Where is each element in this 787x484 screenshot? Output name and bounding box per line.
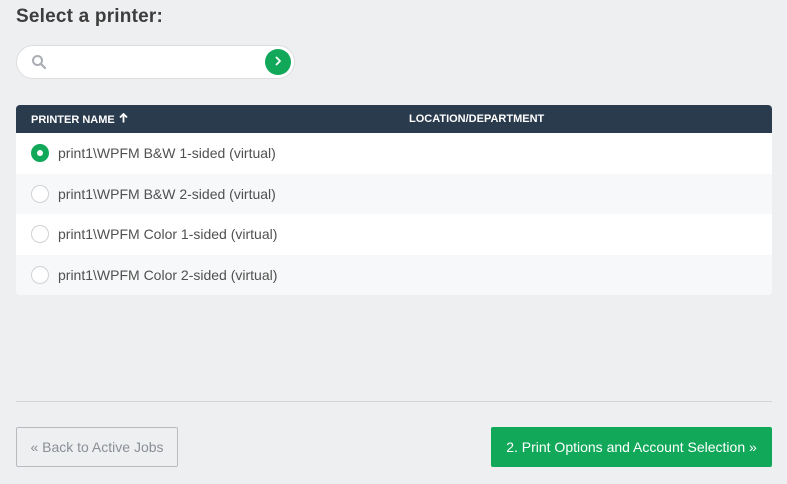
printer-name: print1\WPFM B&W 1-sided (virtual) — [58, 145, 276, 162]
printer-table: PRINTER NAME LOCATION/DEPARTMENT print1\… — [16, 105, 772, 295]
chevron-right-icon — [273, 53, 283, 71]
column-header-location[interactable]: LOCATION/DEPARTMENT — [409, 113, 544, 125]
search-input[interactable] — [57, 51, 261, 75]
printer-radio-selected[interactable] — [31, 144, 49, 163]
printer-radio[interactable] — [31, 265, 49, 284]
footer-divider — [16, 401, 772, 402]
table-row[interactable]: print1\WPFM B&W 2-sided (virtual) — [16, 173, 772, 214]
print-options-button[interactable]: 2. Print Options and Account Selection » — [491, 427, 772, 467]
printer-name: print1\WPFM B&W 2-sided (virtual) — [58, 185, 276, 202]
column-header-label: LOCATION/DEPARTMENT — [409, 113, 545, 125]
search-bar — [16, 45, 295, 79]
table-row[interactable]: print1\WPFM B&W 1-sided (virtual) — [16, 133, 772, 174]
search-icon — [31, 54, 47, 70]
table-row[interactable]: print1\WPFM Color 1-sided (virtual) — [16, 214, 772, 255]
sort-ascending-icon — [119, 113, 128, 126]
table-row[interactable]: print1\WPFM Color 2-sided (virtual) — [16, 254, 772, 295]
column-header-printer-name[interactable]: PRINTER NAME — [31, 113, 128, 126]
search-submit-button[interactable] — [265, 49, 291, 75]
printer-radio[interactable] — [31, 225, 49, 244]
printer-selection-page: Select a printer: PRINTER NAME LOCATION/… — [0, 0, 787, 484]
table-header: PRINTER NAME LOCATION/DEPARTMENT — [16, 105, 772, 133]
back-to-active-jobs-button[interactable]: « Back to Active Jobs — [16, 427, 178, 467]
printer-radio[interactable] — [31, 184, 49, 203]
printer-name: print1\WPFM Color 1-sided (virtual) — [58, 226, 278, 243]
column-header-label: PRINTER NAME — [31, 113, 115, 126]
printer-name: print1\WPFM Color 2-sided (virtual) — [58, 266, 278, 283]
page-title: Select a printer: — [16, 6, 164, 27]
